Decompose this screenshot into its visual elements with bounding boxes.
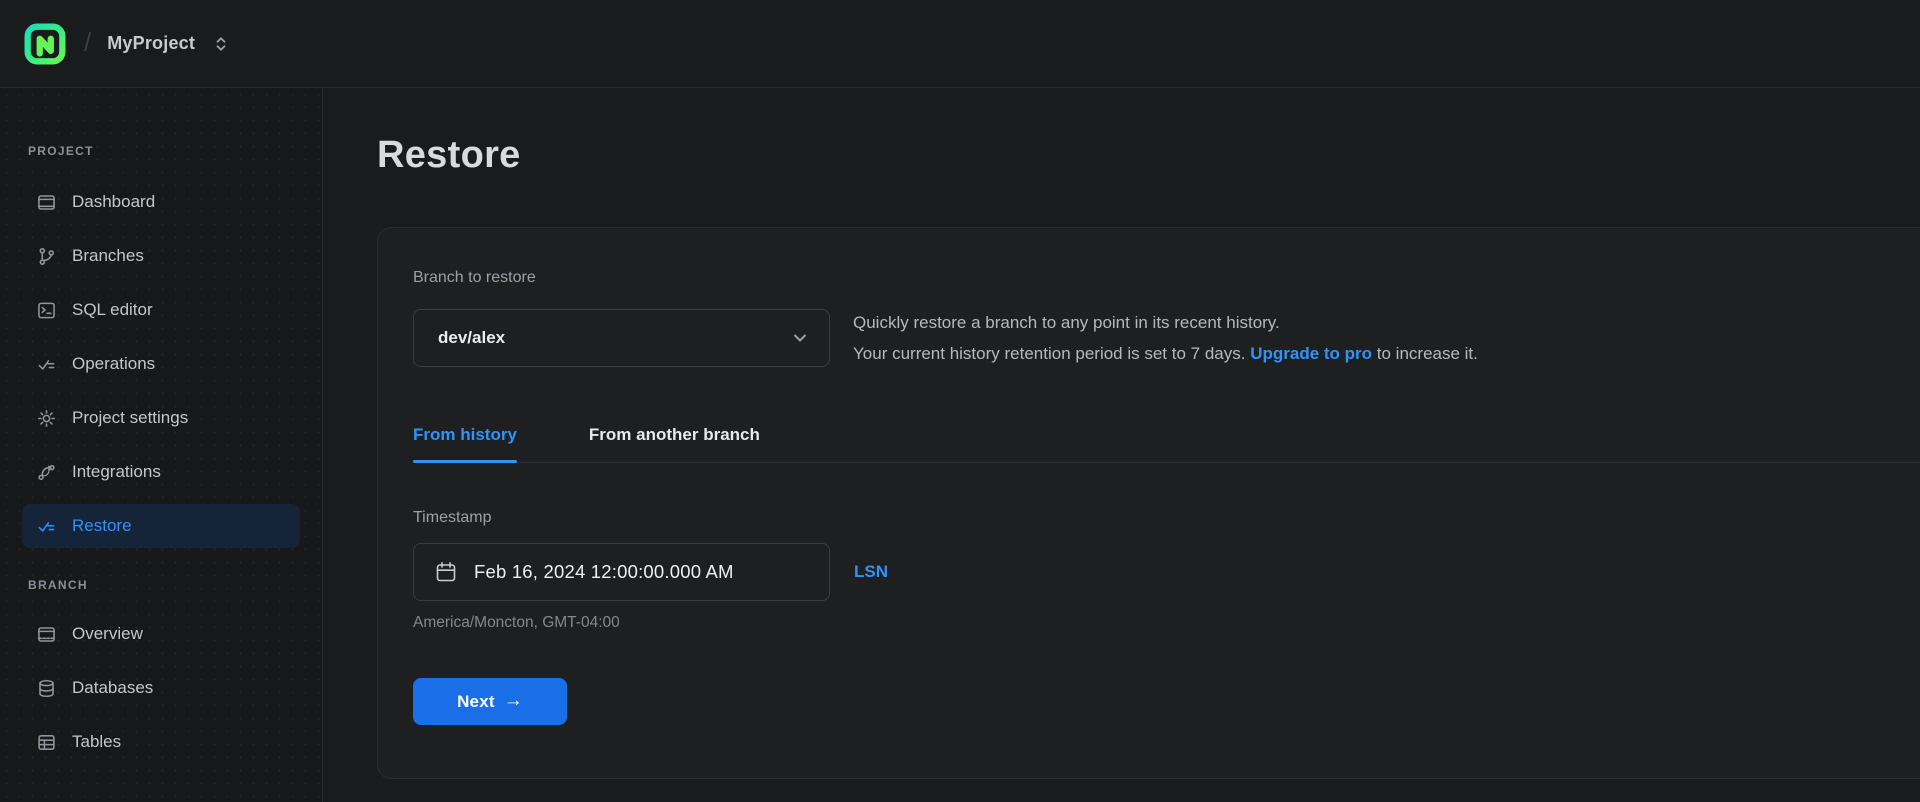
arrow-right-icon: → <box>503 689 523 711</box>
description-line2: Your current history retention period is… <box>853 338 1478 369</box>
calendar-icon[interactable] <box>434 560 458 584</box>
sidebar-section-project: PROJECT Dashboard Branches SQL editor Op… <box>22 144 300 548</box>
main-content: Restore Branch to restore dev/alex Quick… <box>323 88 1920 802</box>
sidebar: PROJECT Dashboard Branches SQL editor Op… <box>0 88 323 802</box>
section-label-branch: BRANCH <box>28 578 88 592</box>
timestamp-input[interactable]: Feb 16, 2024 12:00:00.000 AM <box>413 543 830 601</box>
restore-icon <box>36 516 57 537</box>
timestamp-value: Feb 16, 2024 12:00:00.000 AM <box>474 561 734 582</box>
project-name[interactable]: MyProject <box>107 33 195 54</box>
sidebar-item-label: Tables <box>72 732 122 751</box>
restore-description: Quickly restore a branch to any point in… <box>853 307 1478 369</box>
branch-select-row: dev/alex Quickly restore a branch to any… <box>413 287 1899 369</box>
tab-from-history[interactable]: From history <box>413 425 517 463</box>
integrations-icon <box>36 462 57 483</box>
sidebar-item-label: Integrations <box>72 462 161 481</box>
timestamp-label: Timestamp <box>413 509 492 526</box>
sidebar-item-label: Project settings <box>72 408 189 427</box>
timezone-note: America/Moncton, GMT-04:00 <box>413 614 620 631</box>
sidebar-item-tables[interactable]: Tables <box>22 720 300 764</box>
branch-select[interactable]: dev/alex <box>413 309 830 367</box>
description-line1: Quickly restore a branch to any point in… <box>853 313 1280 332</box>
sidebar-item-overview[interactable]: Overview <box>22 612 300 656</box>
sidebar-section-branch: BRANCH Overview Databases Tables <box>22 578 300 764</box>
sidebar-item-label: Dashboard <box>72 192 156 211</box>
gear-icon <box>36 408 57 429</box>
neon-logo-icon[interactable] <box>24 23 66 65</box>
section-label-project: PROJECT <box>28 144 94 158</box>
sidebar-item-integrations[interactable]: Integrations <box>22 450 300 494</box>
description-line2-tail: to increase it. <box>1372 344 1478 363</box>
tables-icon <box>36 732 57 753</box>
operations-icon <box>36 354 57 375</box>
page-title: Restore <box>377 134 521 176</box>
sidebar-item-dashboard[interactable]: Dashboard <box>22 180 300 224</box>
branch-to-restore-label: Branch to restore <box>413 269 536 286</box>
sidebar-item-project-settings[interactable]: Project settings <box>22 396 300 440</box>
overview-icon <box>36 624 57 645</box>
sidebar-item-operations[interactable]: Operations <box>22 342 300 386</box>
branch-select-value: dev/alex <box>438 328 506 347</box>
lsn-link[interactable]: LSN <box>854 562 888 582</box>
sidebar-item-sql-editor[interactable]: SQL editor <box>22 288 300 332</box>
project-switcher-chevron-updown-icon[interactable] <box>209 31 233 57</box>
sidebar-item-restore[interactable]: Restore <box>22 504 300 548</box>
timestamp-row: Feb 16, 2024 12:00:00.000 AM LSN <box>413 527 1899 601</box>
sidebar-item-label: Operations <box>72 354 156 373</box>
branches-icon <box>36 246 57 267</box>
chevron-down-icon <box>789 327 811 349</box>
sidebar-item-label: Overview <box>72 624 143 643</box>
description-line2-text: Your current history retention period is… <box>853 344 1251 363</box>
sidebar-item-label: Branches <box>72 246 144 265</box>
upgrade-to-pro-link[interactable]: Upgrade to pro <box>1250 344 1372 363</box>
restore-card: Branch to restore dev/alex Quickly resto… <box>377 227 1920 779</box>
breadcrumb-divider: / <box>84 27 92 57</box>
sidebar-item-label: Restore <box>72 516 132 535</box>
sidebar-item-label: Databases <box>72 678 154 697</box>
databases-icon <box>36 678 57 699</box>
sidebar-item-branches[interactable]: Branches <box>22 234 300 278</box>
next-button[interactable]: Next → <box>413 678 567 725</box>
restore-tabs: From history From another branch <box>413 425 1920 463</box>
sidebar-item-label: SQL editor <box>72 300 153 319</box>
topbar: / MyProject <box>0 0 1920 88</box>
next-button-label: Next <box>457 691 495 711</box>
tab-from-another-branch[interactable]: From another branch <box>589 425 760 462</box>
dashboard-icon <box>36 192 57 213</box>
sql-editor-icon <box>36 300 57 321</box>
sidebar-item-databases[interactable]: Databases <box>22 666 300 710</box>
